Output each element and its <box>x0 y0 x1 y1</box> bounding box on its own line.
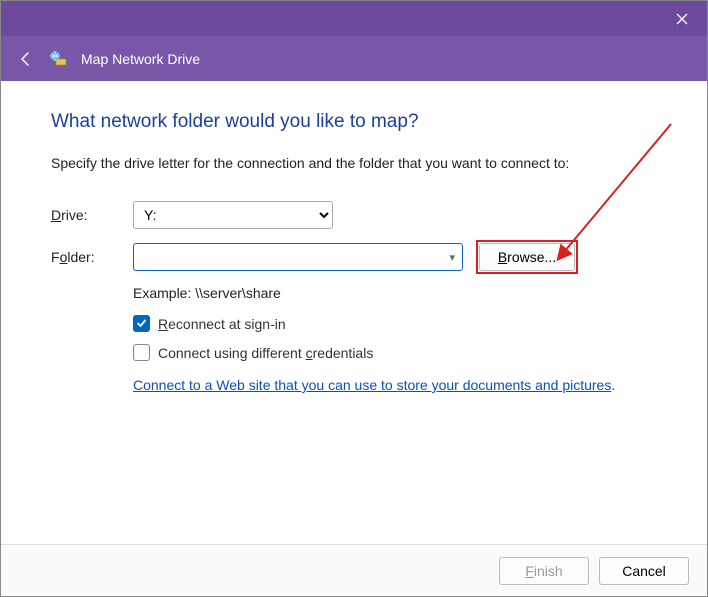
browse-button[interactable]: Browse... <box>479 243 575 271</box>
back-arrow-icon[interactable] <box>17 50 35 68</box>
credentials-checkbox[interactable] <box>133 344 150 361</box>
reconnect-label: Reconnect at sign-in <box>158 316 286 332</box>
titlebar <box>1 1 707 36</box>
folder-input[interactable] <box>133 243 463 271</box>
wizard-window: Map Network Drive What network folder wo… <box>0 0 708 597</box>
folder-row: Folder: ▾ Browse... <box>51 243 657 271</box>
content-area: What network folder would you like to ma… <box>1 81 707 544</box>
drive-row: Drive: Y: <box>51 201 657 229</box>
subheader: Map Network Drive <box>1 36 707 81</box>
drive-select[interactable]: Y: <box>133 201 333 229</box>
page-heading: What network folder would you like to ma… <box>51 111 657 133</box>
drive-label: Drive: <box>51 207 133 223</box>
credentials-row[interactable]: Connect using different credentials <box>133 344 657 361</box>
close-icon[interactable] <box>675 12 689 26</box>
reconnect-row[interactable]: Reconnect at sign-in <box>133 315 657 332</box>
website-link-row: Connect to a Web site that you can use t… <box>133 377 657 393</box>
network-drive-icon <box>49 50 67 68</box>
reconnect-checkbox[interactable] <box>133 315 150 332</box>
credentials-label: Connect using different credentials <box>158 345 373 361</box>
folder-label: Folder: <box>51 249 133 265</box>
instruction-text: Specify the drive letter for the connect… <box>51 155 657 171</box>
cancel-button[interactable]: Cancel <box>599 557 689 585</box>
example-text: Example: \\server\share <box>133 285 657 301</box>
footer: Finish Cancel <box>1 544 707 596</box>
wizard-title: Map Network Drive <box>81 51 200 67</box>
finish-button[interactable]: Finish <box>499 557 589 585</box>
website-link[interactable]: Connect to a Web site that you can use t… <box>133 377 611 393</box>
